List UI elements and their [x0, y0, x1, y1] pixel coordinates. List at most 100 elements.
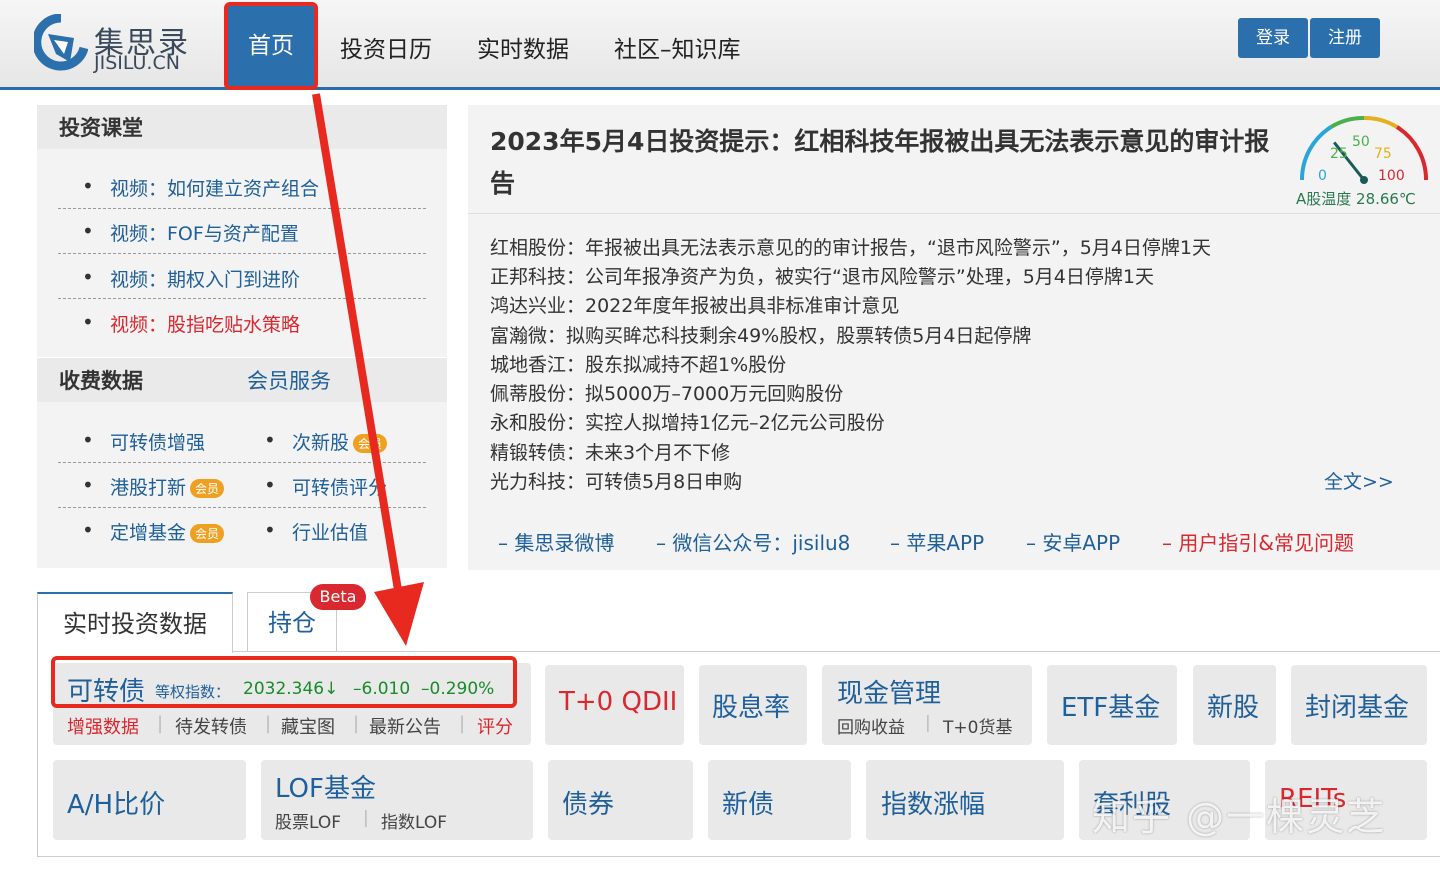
cb-sub-link[interactable]: 增强数据 [67, 713, 139, 739]
site-logo[interactable]: 集思录 JISILU.CN [34, 14, 194, 78]
divider [37, 651, 1440, 652]
paid-item[interactable]: 定增基金会员 [82, 518, 225, 545]
course-item[interactable]: 视频：FOF与资产配置 [82, 219, 299, 246]
separator: | [265, 713, 272, 734]
beta-badge: Beta [310, 584, 366, 610]
register-button[interactable]: 注册 [1310, 18, 1380, 58]
tile-cash[interactable]: 现金管理 回购收益 | T+0货基 [822, 665, 1032, 745]
gauge-dial-icon [1299, 115, 1429, 184]
tile-etf[interactable]: ETF基金 [1047, 665, 1177, 745]
divider [58, 208, 426, 209]
tile-bond-label: 债券 [562, 790, 615, 820]
paid-item[interactable]: 港股打新会员 [82, 473, 225, 500]
highlight-box-cb [51, 656, 517, 708]
divider [468, 213, 1440, 214]
course-item[interactable]: 视频：期权入门到进阶 [82, 265, 300, 292]
highlight-box-home [224, 2, 318, 90]
tab-realtime[interactable]: 实时投资数据 [37, 592, 233, 653]
divider [58, 507, 426, 508]
paid-item[interactable]: 可转债增强 [82, 428, 205, 455]
news-title[interactable]: 2023年5月4日投资提示：红相科技年报被出具无法表示意见的审计报告 [490, 121, 1280, 205]
news-line: 鸿达兴业：2022年度年报被出具非标准审计意见 [490, 295, 900, 317]
top-header: 集思录 JISILU.CN 首页 投资日历 实时数据 社区–知识库 登录 注册 [0, 0, 1440, 90]
paid-item-label: 定增基金 [110, 522, 187, 544]
gauge-tick: 100 [1378, 168, 1405, 184]
cb-sub-link[interactable]: 藏宝图 [281, 713, 335, 739]
watermark: 知乎 @一棵灵芝 [1092, 795, 1387, 839]
tile-ah[interactable]: A/H比价 [53, 760, 246, 840]
tile-cash-sub[interactable]: 回购收益 [837, 713, 905, 738]
ios-app-link[interactable]: – 苹果APP [890, 527, 984, 556]
paid-title: 收费数据 [59, 369, 143, 393]
nav-realtime[interactable]: 实时数据 [477, 30, 569, 64]
course-item[interactable]: 视频：如何建立资产组合 [82, 174, 319, 201]
wechat-link[interactable]: – 微信公众号：jisilu8 [656, 527, 850, 556]
tile-ipo-label: 新股 [1207, 693, 1260, 723]
tile-dividend[interactable]: 股息率 [699, 665, 807, 745]
android-app-link[interactable]: – 安卓APP [1026, 527, 1120, 556]
tile-qdii[interactable]: T+0 QDII [545, 665, 684, 745]
guide-link[interactable]: – 用户指引&常见问题 [1162, 527, 1354, 556]
member-service-link[interactable]: 会员服务 [247, 358, 331, 404]
tile-bond[interactable]: 债券 [548, 760, 693, 840]
cb-sub-link[interactable]: 评分 [477, 713, 513, 739]
read-more-link[interactable]: 全文>> [1324, 467, 1394, 494]
nav-calendar[interactable]: 投资日历 [340, 30, 432, 64]
tile-lof-sub[interactable]: 股票LOF [275, 808, 341, 833]
paid-panel-title: 收费数据 会员服务 [37, 358, 447, 402]
tile-qdii-label: T+0 QDII [559, 687, 678, 717]
separator: | [459, 713, 466, 734]
separator: | [353, 713, 360, 734]
paid-item[interactable]: 可转债评分 [264, 473, 387, 500]
news-line: 光力科技：可转债5月8日申购 [490, 471, 743, 493]
tile-ah-label: A/H比价 [67, 790, 166, 820]
gauge-tick: 0 [1318, 168, 1327, 184]
tile-closed-fund[interactable]: 封闭基金 [1291, 665, 1427, 745]
nav-community[interactable]: 社区–知识库 [614, 30, 741, 64]
logo-subtext: JISILU.CN [94, 52, 180, 74]
gauge-tick: 75 [1374, 146, 1392, 162]
tile-index[interactable]: 指数涨幅 [866, 760, 1064, 840]
tile-ipo[interactable]: 新股 [1193, 665, 1276, 745]
gauge-tick: 50 [1352, 134, 1370, 150]
news-line: 富瀚微：拟购买眸芯科技剩余49%股权，股票转债5月4日起停牌 [490, 325, 1032, 347]
tile-lof-sub[interactable]: 指数LOF [381, 808, 447, 833]
login-button[interactable]: 登录 [1238, 18, 1308, 58]
news-line: 正邦科技：公司年报净资产为负，被实行“退市风险警示”处理，5月4日停牌1天 [490, 266, 1154, 288]
tile-dividend-label: 股息率 [712, 693, 791, 723]
tile-index-label: 指数涨幅 [881, 790, 986, 820]
tile-cash-sub[interactable]: T+0货基 [943, 713, 1012, 738]
course-item-highlight[interactable]: 视频：股指吃贴水策略 [82, 310, 300, 337]
paid-item[interactable]: 次新股会员 [264, 428, 388, 455]
news-line: 红相股份：年报被出具无法表示意见的的审计报告，“退市风险警示”，5月4日停牌1天 [490, 237, 1211, 259]
temperature-gauge: 0 25 50 75 100 A股温度 28.66℃ [1294, 110, 1434, 210]
member-badge: 会员 [353, 434, 388, 453]
member-badge: 会员 [190, 524, 225, 543]
news-line: 城地香江：股东拟减持不超1%股份 [490, 354, 787, 376]
separator: | [925, 713, 931, 733]
tile-cash-label: 现金管理 [837, 679, 942, 709]
paid-item[interactable]: 行业估值 [264, 518, 368, 545]
separator: | [363, 808, 369, 828]
cb-sub-link[interactable]: 最新公告 [369, 713, 441, 739]
tile-lof-label: LOF基金 [275, 774, 376, 804]
tile-new-bond[interactable]: 新债 [708, 760, 851, 840]
divider [58, 253, 426, 254]
divider [58, 462, 426, 463]
paid-item-label: 次新股 [292, 432, 350, 454]
separator: | [157, 713, 164, 734]
tile-lof[interactable]: LOF基金 股票LOF | 指数LOF [261, 760, 533, 840]
tile-closed-label: 封闭基金 [1305, 693, 1410, 723]
cb-sub-link[interactable]: 待发转债 [175, 713, 247, 739]
news-line: 永和股份：实控人拟增持1亿元–2亿元公司股份 [490, 412, 885, 434]
paid-item-label: 港股打新 [110, 477, 187, 499]
divider [37, 856, 1440, 857]
news-line: 佩蒂股份：拟5000万–7000万元回购股份 [490, 383, 844, 405]
news-line: 精锻转债：未来3个月不下修 [490, 442, 731, 464]
logo-mark-icon [34, 14, 88, 71]
weibo-link[interactable]: – 集思录微博 [498, 527, 614, 556]
tile-etf-label: ETF基金 [1061, 693, 1161, 723]
course-panel-title: 投资课堂 [37, 105, 447, 149]
gauge-tick: 25 [1330, 146, 1348, 162]
divider [58, 298, 426, 299]
